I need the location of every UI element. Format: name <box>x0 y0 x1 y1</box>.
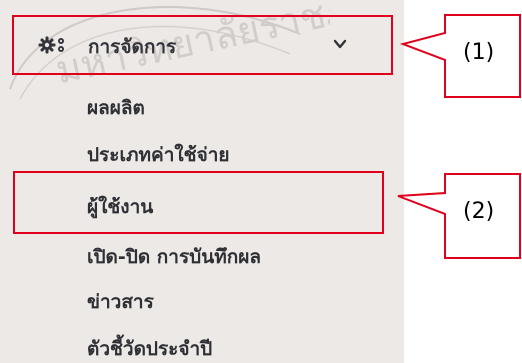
callout-label-1: (1) <box>463 40 495 65</box>
callout-arrows <box>397 14 521 259</box>
submenu-item-annual-indicators[interactable]: ตัวชี้วัดประจำปี <box>87 337 212 361</box>
callout-label-2: (2) <box>463 199 495 224</box>
submenu-item-news[interactable]: ข่าวสาร <box>87 290 154 314</box>
submenu-item-open-close-recording[interactable]: เปิด-ปิด การบันทึกผล <box>87 245 261 269</box>
highlight-box-1 <box>12 15 393 75</box>
submenu-item-products[interactable]: ผลผลิต <box>87 96 145 120</box>
highlight-box-2 <box>13 171 384 234</box>
submenu-item-expense-types[interactable]: ประเภทค่าใช้จ่าย <box>87 143 230 167</box>
